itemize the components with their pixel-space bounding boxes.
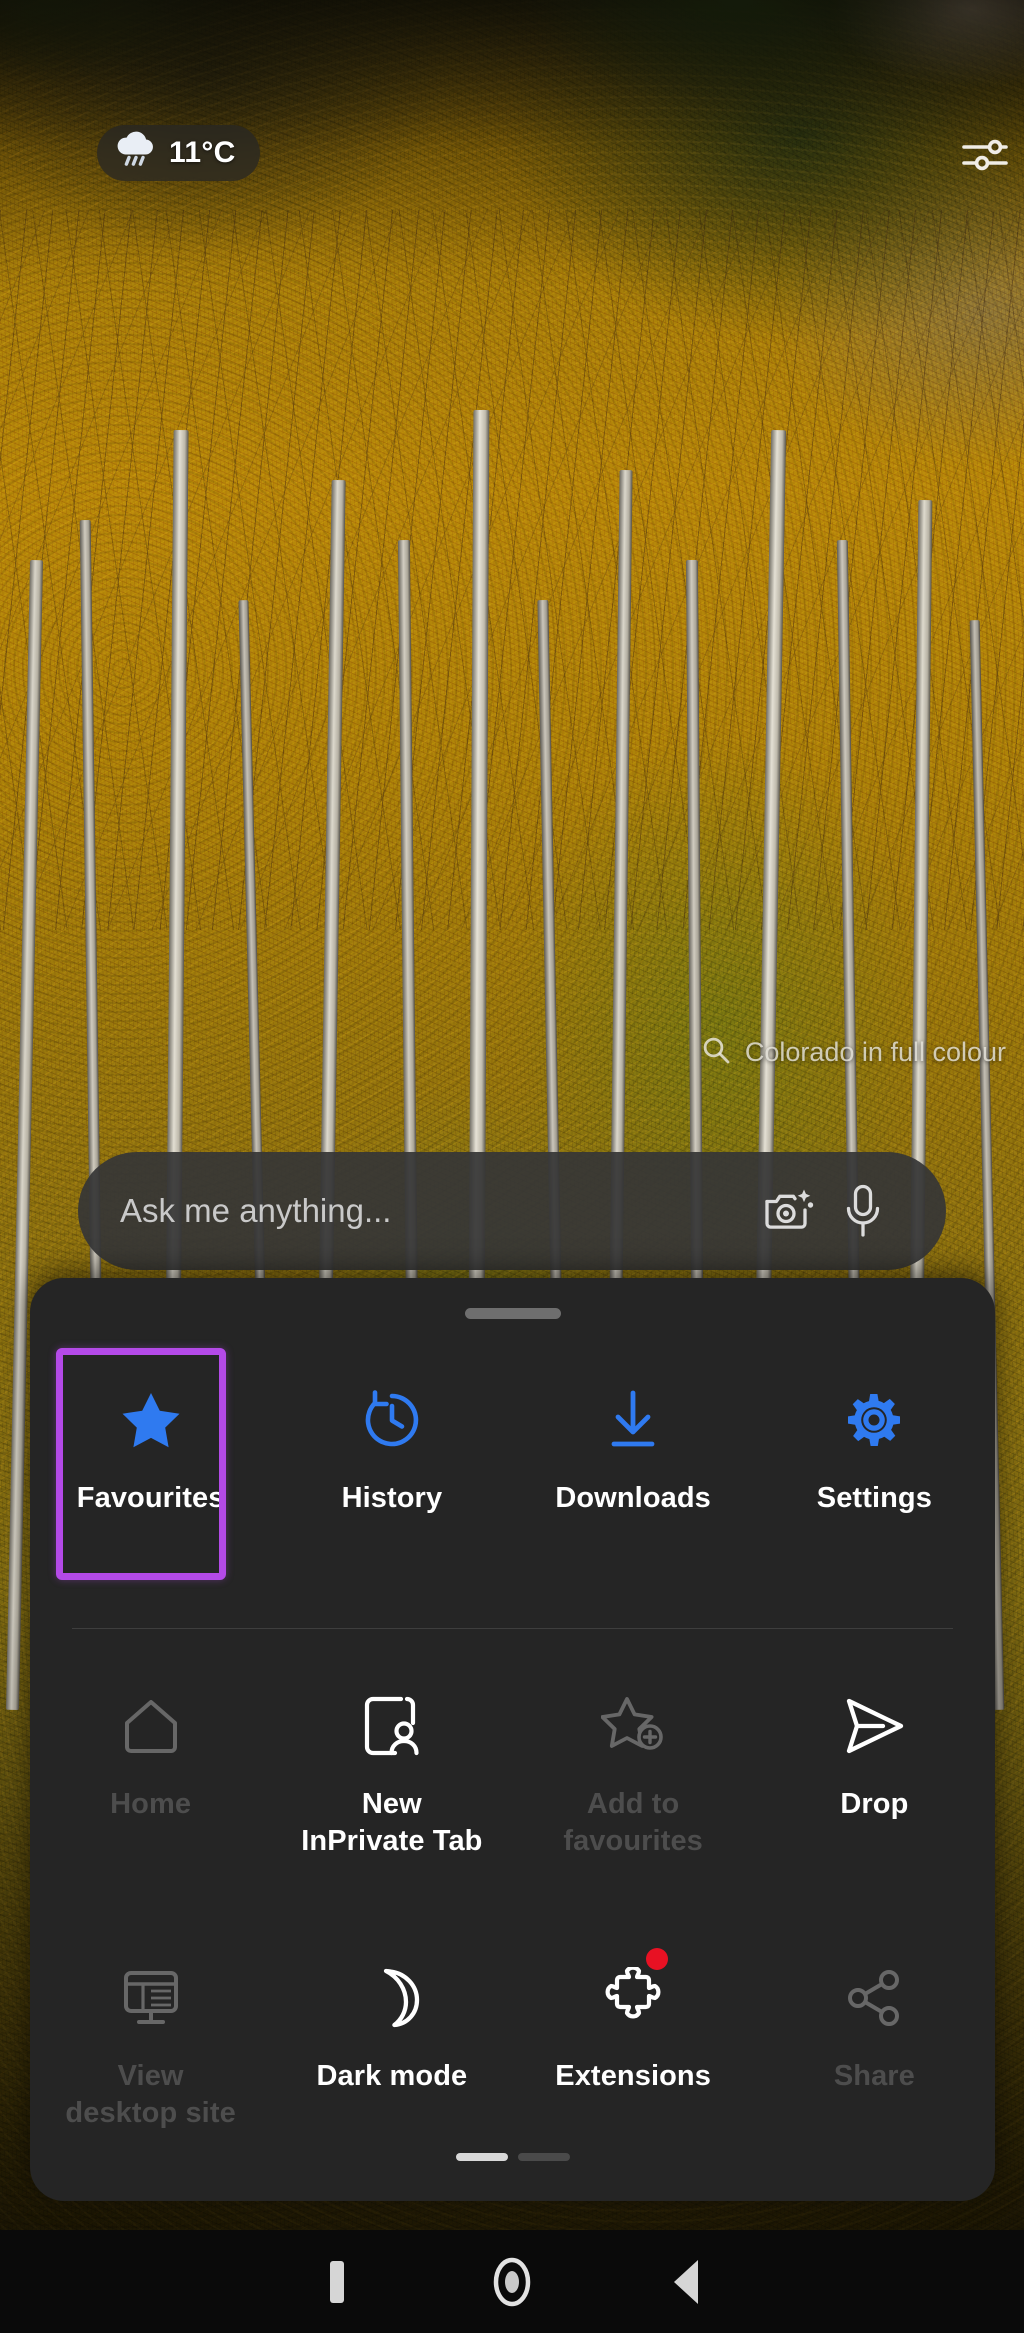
- menu-primary-row: Favourites History Downloads Settings: [30, 1340, 995, 1626]
- home-icon: [121, 1680, 181, 1772]
- menu-item-add-to-favourites: Add to favourites: [513, 1646, 754, 1918]
- weather-widget[interactable]: 11°C: [97, 125, 260, 181]
- page-indicator[interactable]: [455, 2153, 570, 2161]
- moon-icon: [364, 1952, 420, 2044]
- share-nodes-icon: [845, 1952, 903, 2044]
- menu-item-label: Home: [110, 1788, 192, 1820]
- star-plus-icon: [601, 1680, 665, 1772]
- menu-item-home: Home: [30, 1646, 271, 1918]
- menu-item-label: Add to favourites: [563, 1788, 703, 1858]
- menu-item-drop[interactable]: Drop: [754, 1646, 995, 1918]
- menu-item-label: History: [341, 1482, 443, 1514]
- menu-item-favourites[interactable]: Favourites: [30, 1340, 271, 1626]
- wallpaper-caption[interactable]: Colorado in full colour: [701, 1035, 1006, 1070]
- menu-item-label: Drop: [840, 1788, 909, 1820]
- menu-item-label: Favourites: [76, 1482, 225, 1514]
- sliders-tune-icon[interactable]: [958, 128, 1012, 182]
- recents-icon[interactable]: [302, 2247, 372, 2317]
- menu-item-view-desktop-site: View desktop site: [30, 1918, 271, 2190]
- menu-item-label: New InPrivate Tab: [301, 1788, 483, 1858]
- search-input-placeholder[interactable]: Ask me anything...: [120, 1192, 752, 1230]
- desktop-monitor-icon: [121, 1952, 181, 2044]
- search-icon: [701, 1035, 731, 1070]
- gear-icon: [843, 1374, 905, 1466]
- panel-drag-handle[interactable]: [464, 1308, 561, 1319]
- menu-item-label: Extensions: [555, 2060, 711, 2092]
- puzzle-piece-icon: [604, 1948, 669, 2044]
- android-navigation-bar: [0, 2230, 1024, 2333]
- menu-item-extensions[interactable]: Extensions: [513, 1918, 754, 2190]
- browser-menu-panel: Favourites History Downloads Settings Ho…: [30, 1278, 995, 2201]
- menu-item-label: View desktop site: [65, 2060, 236, 2130]
- menu-row-three: View desktop site Dark mode Extensions S…: [30, 1918, 995, 2190]
- menu-item-settings[interactable]: Settings: [754, 1340, 995, 1626]
- send-paper-plane-icon: [843, 1680, 905, 1772]
- page-indicator-dot-active[interactable]: [455, 2153, 508, 2161]
- star-filled-icon: [120, 1374, 182, 1466]
- inprivate-tab-icon: [363, 1680, 421, 1772]
- menu-item-new-inprivate-tab[interactable]: New InPrivate Tab: [271, 1646, 512, 1918]
- menu-item-label: Settings: [816, 1482, 932, 1514]
- page-indicator-dot[interactable]: [517, 2153, 570, 2161]
- menu-row-two: Home New InPrivate Tab Add to favourites…: [30, 1646, 995, 1918]
- menu-item-history[interactable]: History: [271, 1340, 512, 1626]
- microphone-icon[interactable]: [826, 1174, 900, 1248]
- history-clock-icon: [361, 1374, 423, 1466]
- download-arrow-icon: [604, 1374, 662, 1466]
- menu-divider: [72, 1628, 953, 1629]
- back-triangle-icon[interactable]: [652, 2247, 722, 2317]
- menu-item-label: Dark mode: [316, 2060, 468, 2092]
- camera-sparkle-icon[interactable]: [752, 1174, 826, 1248]
- notification-badge: [646, 1948, 669, 1970]
- home-circle-icon[interactable]: [477, 2247, 547, 2317]
- menu-item-dark-mode[interactable]: Dark mode: [271, 1918, 512, 2190]
- menu-item-label: Downloads: [555, 1482, 711, 1514]
- menu-item-share: Share: [754, 1918, 995, 2190]
- wallpaper-caption-text: Colorado in full colour: [744, 1037, 1006, 1067]
- rain-cloud-icon: [113, 130, 157, 177]
- search-bar[interactable]: Ask me anything...: [78, 1152, 946, 1270]
- menu-item-label: Share: [833, 2060, 915, 2092]
- menu-item-downloads[interactable]: Downloads: [513, 1340, 754, 1626]
- weather-temperature: 11°C: [169, 136, 236, 169]
